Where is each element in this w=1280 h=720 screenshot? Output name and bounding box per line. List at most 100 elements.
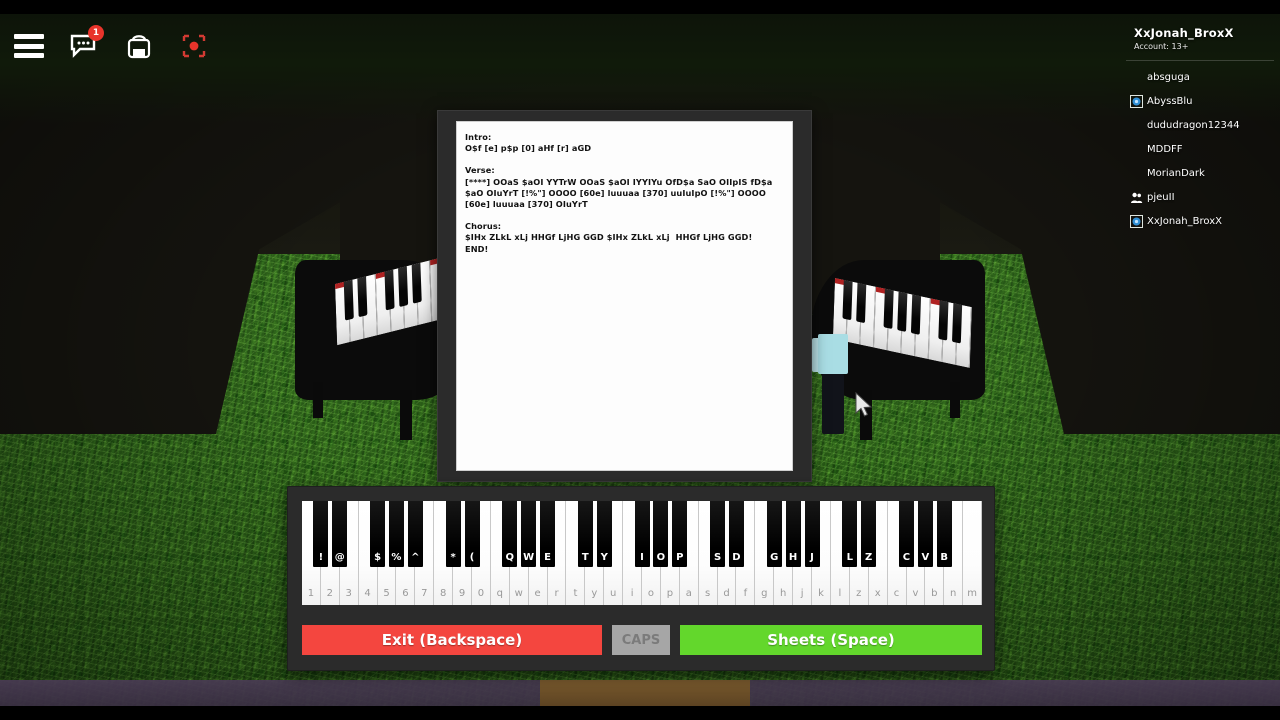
local-player-name: XxJonah_BroxX: [1134, 26, 1234, 40]
player-list-item[interactable]: dududragon12344: [1120, 113, 1280, 137]
piano-key-label: t: [573, 588, 578, 599]
player-list-item[interactable]: MorianDark: [1120, 161, 1280, 185]
exit-button[interactable]: Exit (Backspace): [302, 625, 602, 655]
virtual-piano-keys[interactable]: 1 2 3 4 5 6 7 8 9 0 q w e r t y u i o p a s d f g h j k l z x c v b n m! @ $%…: [302, 501, 982, 605]
piano-key-label: 2: [326, 588, 334, 599]
piano-black-key: [842, 279, 853, 321]
sheet-music-panel[interactable]: Intro: O$f [e] p$p [0] aHf [r] aGD Verse:[…: [437, 110, 812, 482]
piano-key-label: !: [318, 552, 324, 563]
backpack-button[interactable]: [122, 29, 155, 63]
record-button[interactable]: [177, 29, 210, 63]
piano-black-key: [357, 276, 368, 318]
piano-key-black[interactable]: S: [710, 501, 726, 567]
piano-key-black[interactable]: V: [917, 501, 933, 567]
piano-key-label: q: [496, 588, 504, 599]
player-list-item[interactable]: MDDFF: [1120, 137, 1280, 161]
avatar-legs: [822, 374, 844, 434]
sheet-line: O$f [e] p$p [0] aHf [r] aGD: [465, 143, 592, 154]
player-list-item[interactable]: pjeuII: [1120, 185, 1280, 209]
piano-key-label: z: [856, 588, 862, 599]
piano-key-label: y: [591, 588, 598, 599]
piano-key-label: n: [950, 588, 957, 599]
piano-key-black[interactable]: %: [388, 501, 404, 567]
sheet-blank-line: [465, 154, 784, 165]
piano-white-key: [335, 279, 354, 346]
player-list-item[interactable]: AbyssBlu: [1120, 89, 1280, 113]
piano-black-key: [856, 282, 867, 324]
caps-button[interactable]: CAPS: [612, 625, 670, 655]
sheet-music-paper[interactable]: Intro: O$f [e] p$p [0] aHf [r] aGD Verse:[…: [456, 121, 793, 471]
piano-key-black[interactable]: !: [313, 501, 329, 567]
player-icon-placeholder: [1130, 119, 1143, 132]
piano-key-label: j: [800, 588, 804, 599]
piano-key-label: 7: [421, 588, 428, 599]
player-list-item[interactable]: absguga: [1120, 65, 1280, 89]
piano-white-key: [375, 269, 395, 336]
piano-key-label: V: [921, 552, 930, 563]
piano-key-black[interactable]: E: [540, 501, 556, 567]
piano-key-label: w: [514, 588, 523, 599]
piano-key-label: P: [676, 552, 684, 563]
piano-key-black[interactable]: Y: [596, 501, 612, 567]
piano-black-key: [897, 291, 908, 332]
player-list-divider: [1126, 60, 1274, 61]
player-name: pjeuII: [1147, 191, 1175, 203]
piano-key-label: x: [874, 588, 881, 599]
piano-key-black[interactable]: (: [464, 501, 480, 567]
sheet-line: [60e] luuuaa [370] OIuYrT: [465, 199, 588, 210]
piano-key-black[interactable]: G: [766, 501, 782, 567]
player-icon-placeholder: [1130, 167, 1143, 180]
piano-key-label: C: [902, 552, 911, 563]
piano-key-black[interactable]: O: [653, 501, 669, 567]
piano-key-label: *: [450, 552, 456, 563]
piano-key-white[interactable]: m: [963, 501, 982, 605]
piano-key-label: e: [534, 588, 541, 599]
piano-key-black[interactable]: J: [804, 501, 820, 567]
player-name: MDDFF: [1147, 143, 1183, 155]
piano-key-black[interactable]: I: [634, 501, 650, 567]
piano-key-label: 1: [307, 588, 315, 599]
piano-key-black[interactable]: H: [785, 501, 801, 567]
piano-key-black[interactable]: $: [370, 501, 386, 567]
piano-key-black[interactable]: Q: [502, 501, 518, 567]
piano-key-black[interactable]: C: [898, 501, 914, 567]
menu-button[interactable]: [12, 29, 45, 63]
piano-black-key: [883, 288, 894, 330]
player-icon-placeholder: [1130, 143, 1143, 156]
sheet-line: Verse:: [465, 165, 495, 176]
piano-key-black[interactable]: W: [521, 501, 537, 567]
piano-leg: [950, 382, 960, 418]
piano-key-label: d: [723, 588, 730, 599]
piano-key-black[interactable]: B: [936, 501, 952, 567]
piano-key-label: c: [893, 588, 900, 599]
sheet-line: END!: [465, 243, 489, 254]
piano-key-black[interactable]: *: [445, 501, 461, 567]
piano-key-label: b: [931, 588, 938, 599]
piano-key-black[interactable]: D: [728, 501, 744, 567]
premium-badge-icon: [1130, 214, 1143, 228]
piano-key-label: k: [818, 588, 824, 599]
piano-key-label: O: [656, 552, 666, 563]
piano-black-key: [910, 294, 922, 335]
sheets-button[interactable]: Sheets (Space): [680, 625, 982, 655]
piano-key-label: 6: [402, 588, 409, 599]
piano-key-black[interactable]: T: [577, 501, 593, 567]
piano-key-label: o: [647, 588, 655, 599]
chat-button[interactable]: 1: [67, 25, 104, 63]
player-name: dududragon12344: [1147, 119, 1240, 131]
piano-key-black[interactable]: L: [842, 501, 858, 567]
chat-notification-badge: 1: [88, 25, 104, 41]
piano-key-label: 0: [477, 588, 485, 599]
piano-key-black[interactable]: ^: [407, 501, 423, 567]
player-list-item[interactable]: XxJonah_BroxX: [1120, 209, 1280, 233]
friends-icon: [1130, 191, 1143, 204]
piano-key-black[interactable]: P: [672, 501, 688, 567]
virtual-piano-panel[interactable]: 1 2 3 4 5 6 7 8 9 0 q w e r t y u i o p a s d f g h j k l z x c v b n m! @ $%…: [287, 486, 995, 671]
piano-key-label: s: [705, 588, 711, 599]
piano-key-label: r: [554, 588, 559, 599]
piano-key-black[interactable]: Z: [861, 501, 877, 567]
game-toolbar: 1: [0, 20, 210, 72]
piano-key-black[interactable]: @: [332, 501, 348, 567]
piano-key-label: l: [838, 588, 842, 599]
mouse-cursor: [855, 392, 873, 417]
